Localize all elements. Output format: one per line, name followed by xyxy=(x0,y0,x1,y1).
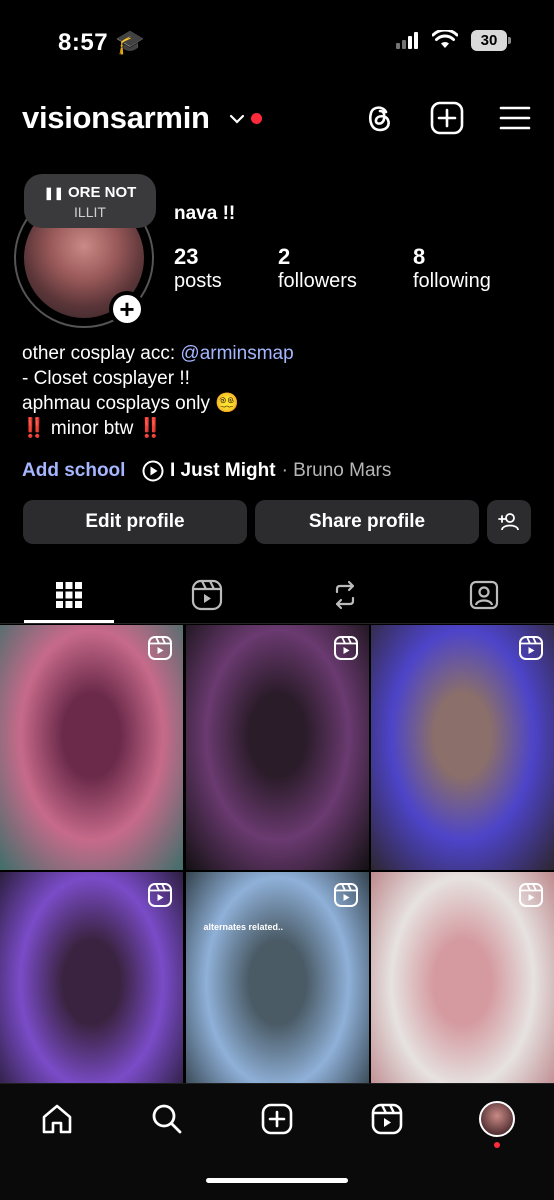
cellular-signal-icon xyxy=(396,32,418,49)
grid-post[interactable] xyxy=(371,625,554,870)
play-circle-icon xyxy=(142,460,164,482)
reels-icon xyxy=(371,1103,403,1135)
home-indicator xyxy=(206,1178,348,1183)
repost-icon xyxy=(335,580,355,610)
grid-icon xyxy=(56,582,82,608)
reel-badge-icon xyxy=(333,883,358,907)
chevron-down-icon[interactable] xyxy=(229,113,245,125)
following-count: 8 xyxy=(413,244,426,269)
graduation-cap-icon: 🎓 xyxy=(115,29,146,56)
reel-badge-icon xyxy=(148,636,172,660)
grid-post[interactable] xyxy=(0,625,183,870)
nav-profile[interactable] xyxy=(477,1099,517,1139)
profile-note-bubble[interactable]: ❚❚ ORE NOT ILLIT xyxy=(24,174,156,228)
grid-post[interactable] xyxy=(371,872,554,1117)
discover-people-button[interactable] xyxy=(487,500,531,544)
posts-label[interactable]: posts xyxy=(174,270,222,293)
nav-home[interactable] xyxy=(37,1099,77,1139)
home-icon xyxy=(42,1104,72,1134)
username-title[interactable]: visionsarmin xyxy=(22,100,210,136)
notification-dot xyxy=(251,113,262,124)
nav-reels[interactable] xyxy=(367,1099,407,1139)
tab-tagged[interactable] xyxy=(461,572,507,618)
grid-post[interactable] xyxy=(185,625,369,870)
plus-square-icon xyxy=(261,1103,293,1135)
nav-create[interactable] xyxy=(257,1099,297,1139)
edit-profile-button[interactable]: Edit profile xyxy=(23,500,247,544)
reel-badge-icon xyxy=(519,883,543,907)
reel-badge-icon xyxy=(333,636,358,660)
profile-avatar-small xyxy=(479,1101,515,1137)
threads-icon[interactable] xyxy=(361,100,397,136)
share-profile-button[interactable]: Share profile xyxy=(255,500,479,544)
add-story-button[interactable]: + xyxy=(109,291,145,327)
wifi-icon xyxy=(432,30,458,48)
profile-name: nava !! xyxy=(174,203,236,224)
reel-badge-icon xyxy=(519,636,543,660)
following-label[interactable]: following xyxy=(413,270,491,293)
posts-count: 23 xyxy=(174,244,199,269)
add-person-icon xyxy=(498,513,519,531)
tabs-divider xyxy=(0,623,554,624)
profile-bio: other cosplay acc: @arminsmap - Closet c… xyxy=(22,343,294,439)
tab-reels[interactable] xyxy=(184,572,230,618)
followers-label[interactable]: followers xyxy=(278,270,357,293)
grid-post[interactable]: New cosplay 👀 xyxy=(0,872,183,1117)
battery-indicator: 30 xyxy=(471,30,507,51)
nav-search[interactable] xyxy=(147,1099,187,1139)
battery-tip xyxy=(508,37,511,44)
reel-badge-icon xyxy=(148,883,172,907)
tagged-person-icon xyxy=(469,580,499,610)
tab-posts-grid[interactable] xyxy=(46,572,92,618)
profile-notification-dot xyxy=(494,1142,500,1148)
add-school-link[interactable]: Add school xyxy=(22,460,125,482)
status-time: 8:57 🎓 xyxy=(58,29,146,56)
create-post-icon[interactable] xyxy=(429,100,465,136)
tab-reposts[interactable] xyxy=(322,572,368,618)
profile-music[interactable]: I Just Might · Bruno Mars xyxy=(142,460,391,482)
bio-mention-link[interactable]: @arminsmap xyxy=(180,343,293,364)
grid-post[interactable]: alternates related.. xyxy=(185,872,369,1117)
menu-icon[interactable] xyxy=(497,100,533,136)
music-bars-icon: ❚❚ xyxy=(43,186,64,200)
search-icon xyxy=(152,1104,182,1134)
grid-post-caption: alternates related.. xyxy=(203,922,284,932)
followers-count: 2 xyxy=(278,244,291,269)
reels-icon xyxy=(191,579,223,611)
